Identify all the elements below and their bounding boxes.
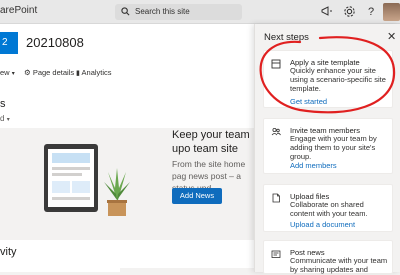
template-icon bbox=[271, 59, 281, 69]
close-icon[interactable]: ✕ bbox=[387, 32, 396, 43]
step-description: Quickly enhance your site using a scenar… bbox=[290, 66, 386, 93]
document-icon bbox=[272, 193, 280, 203]
new-button[interactable]: ew ▾ bbox=[0, 68, 15, 77]
step-card-upload-files[interactable]: Upload files Collaborate on shared conte… bbox=[263, 184, 393, 232]
news-icon bbox=[271, 250, 281, 258]
megaphone-icon[interactable] bbox=[321, 5, 333, 17]
analytics-label: Analytics bbox=[81, 68, 112, 77]
people-icon bbox=[271, 127, 281, 136]
tablet-illustration bbox=[44, 144, 98, 212]
gear-icon: ⚙ bbox=[24, 68, 31, 77]
step-description: Engage with your team by adding them to … bbox=[290, 134, 377, 161]
analytics-icon: ▮ bbox=[76, 70, 80, 77]
upload-document-link[interactable]: Upload a document bbox=[290, 220, 355, 229]
step-card-apply-template[interactable]: Apply a site template Quickly enhance yo… bbox=[263, 50, 393, 108]
new-label: ew bbox=[0, 68, 10, 77]
site-title[interactable]: 20210808 bbox=[26, 35, 84, 50]
step-card-post-news[interactable]: Post news Communicate with your team by … bbox=[263, 240, 393, 274]
page-details-label: Page details bbox=[32, 68, 75, 77]
analytics-button[interactable]: ▮ Analytics bbox=[76, 68, 112, 77]
add-news-button[interactable]: Add News bbox=[172, 188, 222, 204]
activity-card-edge bbox=[120, 268, 254, 272]
site-header: 2 20210808 bbox=[0, 24, 254, 64]
activity-section-title: vity bbox=[0, 246, 17, 258]
page-details-button[interactable]: ⚙ Page details bbox=[24, 68, 74, 77]
svg-text:?: ? bbox=[368, 6, 374, 17]
site-logo[interactable]: 2 bbox=[0, 32, 18, 54]
news-section-title: s bbox=[0, 98, 6, 110]
add-members-link[interactable]: Add members bbox=[290, 161, 337, 170]
step-card-invite-members[interactable]: Invite team members Engage with your tea… bbox=[263, 118, 393, 174]
panel-title: Next steps bbox=[264, 32, 309, 43]
suite-bar: arePoint Search this site ? bbox=[0, 0, 400, 24]
chevron-down-icon: ▾ bbox=[6, 117, 10, 123]
tablet-screen-illustration bbox=[48, 149, 94, 207]
avatar[interactable] bbox=[383, 3, 400, 21]
search-icon bbox=[121, 7, 130, 16]
step-description: Collaborate on shared content with your … bbox=[290, 200, 368, 218]
search-placeholder: Search this site bbox=[135, 7, 190, 16]
get-started-link[interactable]: Get started bbox=[290, 97, 327, 106]
gear-icon[interactable] bbox=[343, 5, 356, 18]
search-box[interactable]: Search this site bbox=[115, 4, 242, 20]
command-bar: ew ▾ ⚙ Page details ▮ Analytics bbox=[0, 64, 254, 82]
app-brand[interactable]: arePoint bbox=[0, 5, 37, 16]
chevron-down-icon: ▾ bbox=[11, 71, 15, 77]
news-subtitle-text: d bbox=[0, 114, 5, 123]
next-steps-panel: Next steps ✕ Apply a site template Quick… bbox=[254, 24, 400, 274]
keep-team-heading: Keep your team upo team site bbox=[172, 129, 250, 155]
plant-illustration bbox=[104, 168, 130, 216]
news-section-subtitle[interactable]: d ▾ bbox=[0, 114, 10, 123]
main-page: 2 20210808 ew ▾ ⚙ Page details ▮ Analyti… bbox=[0, 24, 254, 272]
help-icon[interactable]: ? bbox=[366, 5, 377, 17]
